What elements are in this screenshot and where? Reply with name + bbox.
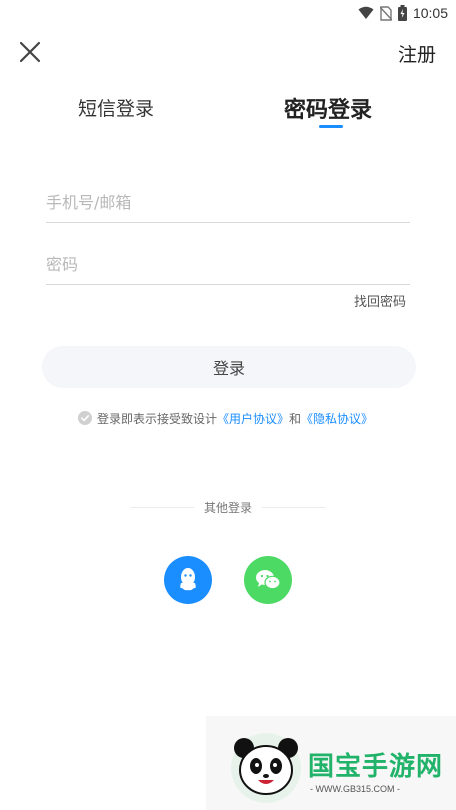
- divider-left: [130, 506, 194, 508]
- tab-password-login[interactable]: 密码登录: [284, 92, 372, 124]
- other-login-label: 其他登录: [204, 500, 253, 515]
- user-agreement-link[interactable]: 《用户协议》: [217, 410, 289, 427]
- wechat-login-button[interactable]: [244, 556, 292, 604]
- wifi-icon: [358, 6, 374, 19]
- panda-logo-icon: [231, 733, 301, 803]
- password-input[interactable]: [46, 244, 410, 284]
- battery-icon: [397, 5, 407, 21]
- close-icon: [19, 41, 41, 63]
- active-tab-indicator: [319, 125, 343, 128]
- agreement-text: 登录即表示接受致设计: [97, 411, 218, 426]
- status-bar: 10:05: [0, 0, 456, 26]
- no-sim-icon: [379, 5, 392, 21]
- phone-email-input[interactable]: [46, 182, 410, 222]
- status-icons: 10:05: [358, 4, 448, 22]
- divider-right: [262, 506, 327, 508]
- agreement-row: 登录即表示接受致设计 《用户协议》 和 《隐私协议》: [78, 409, 373, 427]
- register-link[interactable]: 注册: [398, 40, 436, 67]
- agreement-connector: 和: [289, 411, 302, 426]
- password-field-container: [46, 244, 410, 285]
- privacy-policy-link[interactable]: 《隐私协议》: [301, 410, 373, 427]
- close-button[interactable]: [16, 38, 44, 66]
- watermark-url: - WWW.GB315.COM -: [310, 784, 400, 794]
- phone-email-field-container: [46, 182, 410, 223]
- wechat-icon: [256, 570, 281, 590]
- status-time: 10:05: [412, 5, 448, 21]
- watermark-brand: 国宝手游网: [308, 752, 444, 782]
- forgot-password-link[interactable]: 找回密码: [354, 291, 406, 310]
- tab-sms-login[interactable]: 短信登录: [78, 94, 154, 121]
- agreement-checkbox-icon[interactable]: [78, 411, 92, 425]
- qq-icon: [180, 568, 196, 591]
- site-watermark: 国宝手游网 - WWW.GB315.COM -: [206, 716, 456, 810]
- other-login-divider: 其他登录: [130, 498, 327, 516]
- login-button[interactable]: 登录: [42, 346, 416, 388]
- qq-login-button[interactable]: [164, 556, 212, 604]
